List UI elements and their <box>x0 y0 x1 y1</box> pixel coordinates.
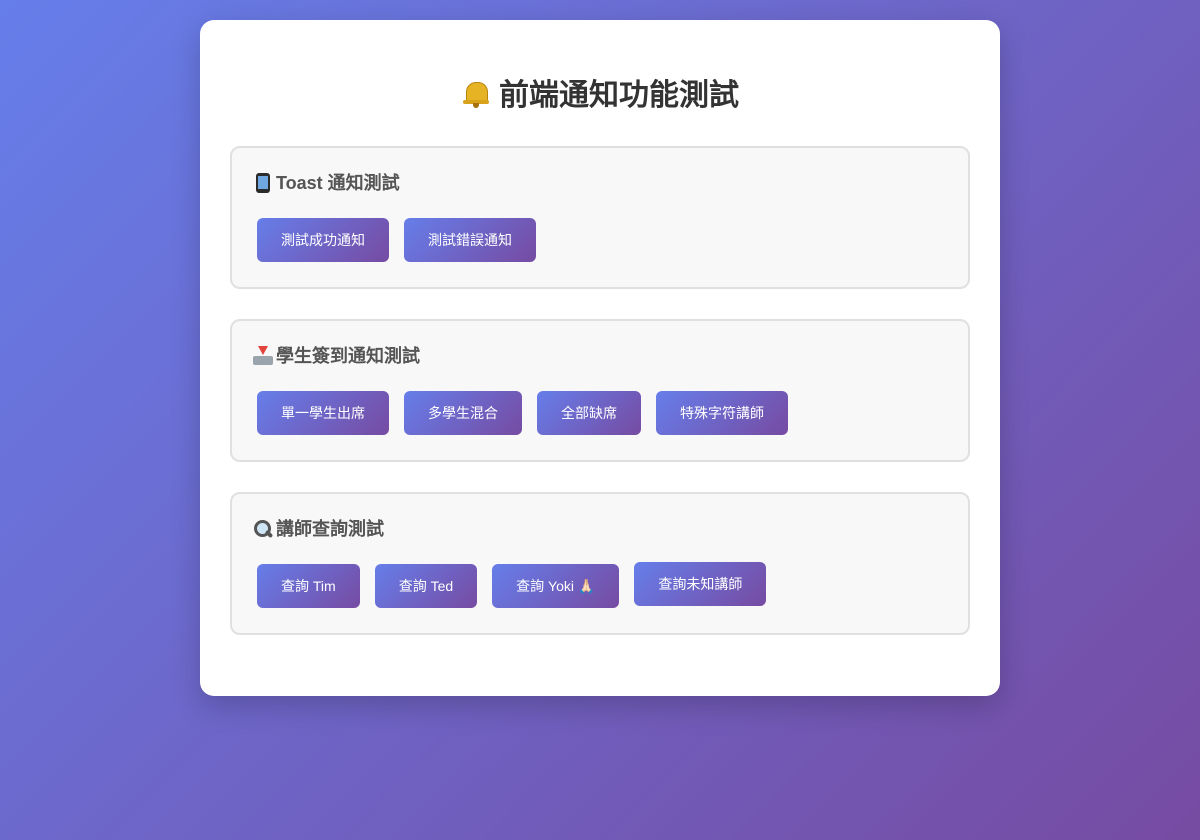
toast-test-section: Toast 通知測試 測試成功通知 測試錯誤通知 <box>230 146 970 289</box>
section-title: 學生簽到通知測試 <box>252 343 943 369</box>
page-title: 前端通知功能測試 <box>230 20 970 118</box>
query-ted-button[interactable]: 查詢 Ted <box>374 564 478 608</box>
single-student-present-button[interactable]: 單一學生出席 <box>257 391 389 435</box>
section-title-text: Toast 通知測試 <box>276 173 400 193</box>
section-title: 講師查詢測試 <box>252 516 943 542</box>
test-success-toast-button[interactable]: 測試成功通知 <box>257 218 389 262</box>
button-row: 測試成功通知 測試錯誤通知 <box>252 218 943 262</box>
query-yoki-button[interactable]: 查詢 Yoki 🙏🏻 <box>492 564 620 608</box>
bell-icon <box>461 79 491 109</box>
multi-student-mixed-button[interactable]: 多學生混合 <box>404 391 522 435</box>
query-unknown-instructor-button[interactable]: 查詢未知講師 <box>634 562 767 606</box>
instructor-query-section: 講師查詢測試 查詢 Tim 查詢 Ted 查詢 Yoki 🙏🏻 查詢未知講師 <box>230 492 970 635</box>
inbox-tray-icon <box>252 345 274 367</box>
all-absent-button[interactable]: 全部缺席 <box>537 391 641 435</box>
query-tim-button[interactable]: 查詢 Tim <box>257 564 360 608</box>
section-title: Toast 通知測試 <box>252 170 943 196</box>
main-card: 前端通知功能測試 Toast 通知測試 測試成功通知 測試錯誤通知 學生簽到通知… <box>200 20 1000 696</box>
student-checkin-section: 學生簽到通知測試 單一學生出席 多學生混合 全部缺席 特殊字符講師 <box>230 319 970 462</box>
magnifying-glass-icon <box>252 518 274 540</box>
section-title-text: 講師查詢測試 <box>276 519 384 539</box>
mobile-phone-icon <box>252 172 274 194</box>
button-row: 查詢 Tim 查詢 Ted 查詢 Yoki 🙏🏻 查詢未知講師 <box>252 562 943 608</box>
section-title-text: 學生簽到通知測試 <box>276 346 420 366</box>
button-row: 單一學生出席 多學生混合 全部缺席 特殊字符講師 <box>252 391 943 435</box>
test-error-toast-button[interactable]: 測試錯誤通知 <box>404 218 536 262</box>
special-char-instructor-button[interactable]: 特殊字符講師 <box>656 391 788 435</box>
page-title-text: 前端通知功能測試 <box>499 79 739 112</box>
